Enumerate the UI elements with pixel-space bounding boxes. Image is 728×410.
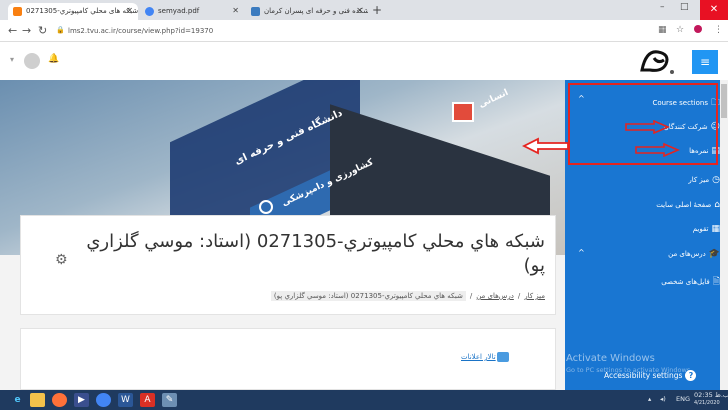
breadcrumb: میز کار/درس‌های من/شبکه هاي محلي کامپيوت… <box>270 291 545 301</box>
page-scrollbar-thumb[interactable] <box>721 84 727 118</box>
keyboard-language[interactable]: ENG <box>676 395 690 403</box>
bookmark-star-icon[interactable]: ☆ <box>676 25 684 35</box>
ie-browser-icon[interactable]: e <box>10 393 25 407</box>
close-tab-icon[interactable]: ✕ <box>356 6 363 15</box>
notification-bell-icon[interactable]: 🔔 <box>48 54 59 64</box>
url-text: lms2.tvu.ac.ir/course/view.php?id=19370 <box>68 27 214 35</box>
paint-icon[interactable]: ✎ <box>162 393 177 407</box>
page-title: شبکه هاي محلي کامپيوتري-0271305 (استاد: … <box>86 231 545 276</box>
course-content-card: تالار اعلانات <box>20 328 556 390</box>
accessibility-settings-button[interactable]: Accessibility settings? <box>604 370 697 381</box>
calendar-icon: ▦ <box>711 224 720 234</box>
pdf-reader-icon[interactable]: A <box>140 393 155 407</box>
close-tab-icon[interactable]: ✕ <box>126 6 133 15</box>
red-arrow-annotation <box>625 120 670 134</box>
breadcrumb-dashboard[interactable]: میز کار <box>524 292 545 300</box>
window-close-button[interactable]: ✕ <box>700 0 728 20</box>
user-avatar[interactable] <box>24 53 40 69</box>
browser-tab-strip: درس: شبکه های محلي کامپيوتري-0271305... … <box>0 0 728 20</box>
drawer-item-label: تقویم <box>692 225 709 233</box>
course-header-card: ⚙ شبکه هاي محلي کامپيوتري-0271305 (استاد… <box>20 215 556 315</box>
gear-icon[interactable]: ⚙ <box>55 252 68 268</box>
extension-icon[interactable] <box>694 25 702 36</box>
drawer-item-label: درس‌های من <box>668 250 706 258</box>
drawer-item-calendar[interactable]: ▦تقویم <box>693 224 720 234</box>
forum-icon <box>497 352 509 362</box>
new-tab-button[interactable]: + <box>372 3 382 17</box>
reload-icon[interactable]: ↻ <box>38 24 47 37</box>
red-arrow-annotation <box>635 143 680 157</box>
dashboard-icon: ◷ <box>712 175 720 185</box>
breadcrumb-current-course[interactable]: شبکه هاي محلي کامپيوتري-0271305 (استاد: … <box>270 291 466 301</box>
activate-windows-watermark: Activate Windows <box>566 353 655 364</box>
drawer-item-label: میز کار <box>688 176 710 184</box>
drawer-item-my-courses[interactable]: 🎓درس‌های من <box>668 249 720 259</box>
back-arrow-icon[interactable]: ← <box>8 24 17 37</box>
site-header: ▾ 🔔 ≡ <box>0 42 728 80</box>
firefox-icon[interactable] <box>52 393 67 407</box>
page-scrollbar[interactable] <box>720 80 728 390</box>
file-icon: 🗎 <box>712 277 720 287</box>
media-player-icon[interactable]: ▶ <box>74 393 89 407</box>
clock-date[interactable]: 4/21/2020 <box>694 400 720 406</box>
university-logo <box>640 50 674 74</box>
url-field[interactable]: 🔒 lms2.tvu.ac.ir/course/view.php?id=1937… <box>54 24 654 38</box>
tab-title: آموزشکده فنی و حرفه ای پسران کرمان <box>264 7 368 15</box>
translate-icon[interactable]: ▦ <box>658 25 667 35</box>
breadcrumb-separator: / <box>517 292 521 300</box>
maximize-icon[interactable]: □ <box>680 2 689 12</box>
browser-tab-college[interactable]: آموزشکده فنی و حرفه ای پسران کرمان ✕ <box>246 3 368 20</box>
graduation-cap-icon: 🎓 <box>708 249 720 259</box>
home-icon: ⌂ <box>714 200 720 210</box>
breadcrumb-my-courses[interactable]: درس‌های من <box>476 292 514 300</box>
minimize-icon[interactable]: – <box>660 2 665 12</box>
moodle-favicon-icon <box>13 7 22 16</box>
tab-title: درس: شبکه های محلي کامپيوتري-0271305... <box>26 7 138 15</box>
accessibility-label: Accessibility settings <box>604 371 683 380</box>
file-explorer-icon[interactable] <box>30 393 45 407</box>
banner-text-humanities: انسانی <box>477 87 511 111</box>
address-bar-row: ← → ↻ 🔒 lms2.tvu.ac.ir/course/view.php?i… <box>0 20 728 42</box>
breadcrumb-separator: / <box>469 292 473 300</box>
drawer-item-label: فایل‌های شخصی <box>661 278 710 286</box>
announcements-forum-link[interactable]: تالار اعلانات <box>461 353 496 361</box>
browser-menu-icon[interactable]: ⋮ <box>714 25 723 35</box>
banner-circle <box>259 200 273 214</box>
volume-icon[interactable]: ◂) <box>660 395 666 403</box>
browser-tab-course[interactable]: درس: شبکه های محلي کامپيوتري-0271305... … <box>8 3 138 20</box>
tray-arrow-icon[interactable]: ▴ <box>648 395 651 403</box>
drawer-item-site-home[interactable]: ⌂صفحهٔ اصلی سایت <box>656 200 720 210</box>
drawer-item-label: صفحهٔ اصلی سایت <box>656 201 712 209</box>
tab-title: semyad.pdf <box>158 7 200 15</box>
banner-screen-icon <box>452 102 474 122</box>
user-menu-caret-icon[interactable]: ▾ <box>10 55 14 64</box>
red-arrow-annotation <box>522 137 569 155</box>
drawer-toggle-button[interactable]: ≡ <box>692 50 718 74</box>
help-icon: ? <box>685 370 697 381</box>
drawer-item-private-files[interactable]: 🗎فایل‌های شخصی <box>661 274 720 290</box>
chrome-favicon-icon <box>145 7 154 16</box>
windows-taskbar: e ▶ W A ✎ ▴ ◂) ENG 02:35 ب.ظ 4/21/2020 <box>0 390 728 410</box>
collapse-caret-icon[interactable]: ^ <box>578 248 585 257</box>
forward-arrow-icon[interactable]: → <box>22 24 31 37</box>
drawer-item-dashboard[interactable]: ◷میز کار <box>688 175 720 185</box>
browser-tab-pdf[interactable]: semyad.pdf ✕ <box>140 3 244 20</box>
chrome-icon[interactable] <box>96 393 111 407</box>
college-favicon-icon <box>251 7 260 16</box>
lock-icon: 🔒 <box>56 26 65 34</box>
word-icon[interactable]: W <box>118 393 133 407</box>
clock-time[interactable]: 02:35 ب.ظ <box>694 391 728 399</box>
close-tab-icon[interactable]: ✕ <box>232 6 239 15</box>
